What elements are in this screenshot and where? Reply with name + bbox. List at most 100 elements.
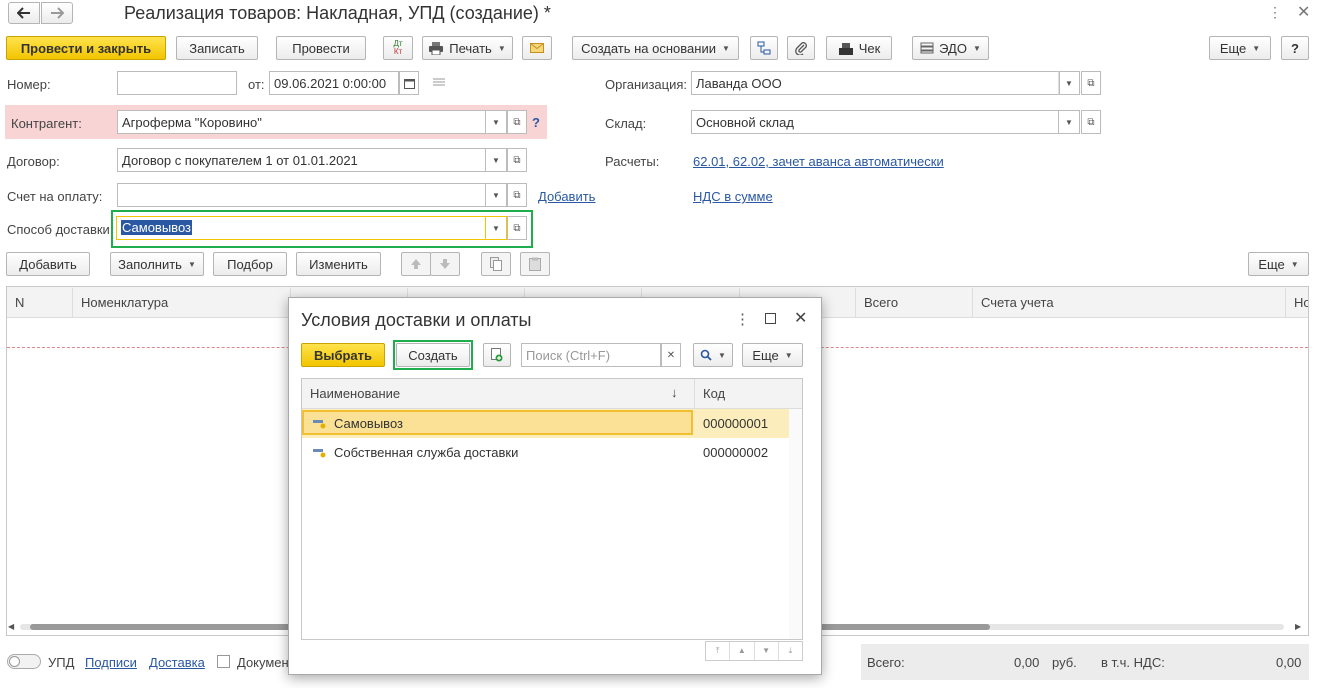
delivery-open-button[interactable]: ⧉ xyxy=(507,216,527,240)
organization-dropdown[interactable]: ▼ xyxy=(1058,71,1080,95)
edo-button[interactable]: ЭДО ▼ xyxy=(912,36,989,60)
dialog-more-label: Еще xyxy=(752,347,779,363)
maximize-icon[interactable] xyxy=(765,313,776,324)
forward-button[interactable] xyxy=(41,2,73,24)
back-button[interactable] xyxy=(8,2,40,24)
nav-last-icon[interactable]: ⤓ xyxy=(779,642,802,660)
menu-dots-icon[interactable]: ⋮ xyxy=(1268,4,1282,21)
invoice-open-button[interactable]: ⧉ xyxy=(507,183,527,207)
move-up-button[interactable] xyxy=(401,252,431,276)
print-button[interactable]: Печать ▼ xyxy=(422,36,513,60)
table-change-button[interactable]: Изменить xyxy=(296,252,381,276)
dialog-close-icon[interactable]: ✕ xyxy=(794,308,807,328)
create-button[interactable]: Создать xyxy=(396,343,470,367)
col-nomenclature[interactable]: Номенклатура xyxy=(73,288,291,318)
close-icon[interactable]: ✕ xyxy=(1297,2,1310,22)
create-based-label: Создать на основании xyxy=(581,40,716,56)
scroll-right-icon[interactable]: ▶ xyxy=(1295,622,1301,631)
warehouse-open-button[interactable]: ⧉ xyxy=(1081,110,1101,134)
contractor-input[interactable]: Агроферма "Коровино" xyxy=(117,110,487,134)
dialog-more-button[interactable]: Еще ▼ xyxy=(742,343,803,367)
col-n[interactable]: N xyxy=(7,288,73,318)
settlements-label: Расчеты: xyxy=(605,154,660,169)
sort-icon[interactable]: ↓ xyxy=(671,385,678,400)
contractor-dropdown[interactable]: ▼ xyxy=(485,110,507,134)
currency-label: руб. xyxy=(1052,655,1077,670)
nav-next-icon[interactable]: ▼ xyxy=(755,642,779,660)
document-checkbox[interactable] xyxy=(217,655,230,668)
col-total[interactable]: Всего xyxy=(856,288,973,318)
col-extra[interactable]: Но xyxy=(1286,288,1308,318)
receipt-button[interactable]: Чек xyxy=(826,36,892,60)
kt-label: Кт xyxy=(393,47,403,56)
date-input[interactable]: 09.06.2021 0:00:00 xyxy=(269,71,399,95)
col-accounts[interactable]: Счета учета xyxy=(973,288,1286,318)
item-code: 000000001 xyxy=(703,416,769,431)
organization-input[interactable]: Лаванда ООО xyxy=(691,71,1060,95)
check-label: Чек xyxy=(858,40,881,56)
nav-first-icon[interactable]: ⤒ xyxy=(706,642,731,660)
delivery-dropdown[interactable]: ▼ xyxy=(485,216,507,240)
table-add-button[interactable]: Добавить xyxy=(6,252,90,276)
contractor-hint[interactable]: ? xyxy=(532,115,540,130)
number-input[interactable] xyxy=(117,71,237,95)
contract-open-button[interactable]: ⧉ xyxy=(507,148,527,172)
email-button[interactable] xyxy=(522,36,552,60)
totals-panel xyxy=(861,644,1309,680)
vat-total-value: 0,00 xyxy=(1276,655,1302,670)
comment-icon[interactable] xyxy=(432,76,446,91)
organization-open-button[interactable]: ⧉ xyxy=(1081,71,1101,95)
paste-rows-button[interactable] xyxy=(520,252,550,276)
help-button[interactable]: ? xyxy=(1281,36,1309,60)
list-item[interactable]: Собственная служба доставки 000000002 xyxy=(302,438,802,467)
move-down-button[interactable] xyxy=(430,252,460,276)
catalog-item-icon xyxy=(313,420,326,429)
attach-button[interactable] xyxy=(787,36,815,60)
list-scrollbar[interactable] xyxy=(789,409,802,639)
delivery-link[interactable]: Доставка xyxy=(149,655,205,670)
delivery-input[interactable]: Самовывоз xyxy=(116,216,487,240)
select-button[interactable]: Выбрать xyxy=(301,343,385,367)
search-placeholder: Поиск (Ctrl+F) xyxy=(526,348,611,363)
warehouse-dropdown[interactable]: ▼ xyxy=(1058,110,1080,134)
contract-dropdown[interactable]: ▼ xyxy=(485,148,507,172)
table-select-button[interactable]: Подбор xyxy=(213,252,287,276)
invoice-input[interactable] xyxy=(117,183,487,207)
structure-button[interactable] xyxy=(750,36,778,60)
list-item[interactable]: Самовывоз 000000001 xyxy=(302,409,802,438)
cash-register-icon xyxy=(838,42,853,55)
col-code-header[interactable]: Код xyxy=(703,386,725,401)
print-label: Печать xyxy=(449,40,492,56)
arrow-left-icon xyxy=(17,7,30,19)
contract-input[interactable]: Договор с покупателем 1 от 01.01.2021 xyxy=(117,148,487,172)
scroll-left-icon[interactable]: ◀ xyxy=(8,622,14,631)
dt-kt-button[interactable]: Дт Кт xyxy=(383,36,413,60)
table-fill-button[interactable]: Заполнить ▼ xyxy=(110,252,204,276)
invoice-dropdown[interactable]: ▼ xyxy=(485,183,507,207)
col-name-header[interactable]: Наименование xyxy=(310,386,400,401)
copy-rows-button[interactable] xyxy=(481,252,511,276)
vat-link[interactable]: НДС в сумме xyxy=(693,189,773,204)
post-button[interactable]: Провести xyxy=(276,36,366,60)
search-clear-button[interactable]: ✕ xyxy=(661,343,681,367)
save-button[interactable]: Записать xyxy=(176,36,258,60)
catalog-item-icon xyxy=(313,449,326,458)
signatures-link[interactable]: Подписи xyxy=(85,655,137,670)
warehouse-input[interactable]: Основной склад xyxy=(691,110,1060,134)
calendar-button[interactable] xyxy=(399,71,419,95)
table-more-button[interactable]: Еще ▼ xyxy=(1248,252,1309,276)
more-button[interactable]: Еще ▼ xyxy=(1209,36,1271,60)
search-button[interactable]: ▼ xyxy=(693,343,733,367)
invoice-add-link[interactable]: Добавить xyxy=(538,189,595,204)
calendar-icon xyxy=(403,78,415,89)
dialog-menu-icon[interactable]: ⋮ xyxy=(735,310,750,328)
post-and-close-button[interactable]: Провести и закрыть xyxy=(6,36,166,60)
contractor-open-button[interactable]: ⧉ xyxy=(507,110,527,134)
create-based-on-button[interactable]: Создать на основании ▼ xyxy=(572,36,739,60)
create-copy-button[interactable] xyxy=(483,343,511,367)
upd-toggle[interactable] xyxy=(7,654,41,669)
settlements-link[interactable]: 62.01, 62.02, зачет аванса автоматически xyxy=(693,154,944,169)
arrow-down-icon xyxy=(440,259,450,269)
search-input[interactable]: Поиск (Ctrl+F) xyxy=(521,343,661,367)
nav-prev-icon[interactable]: ▲ xyxy=(730,642,755,660)
